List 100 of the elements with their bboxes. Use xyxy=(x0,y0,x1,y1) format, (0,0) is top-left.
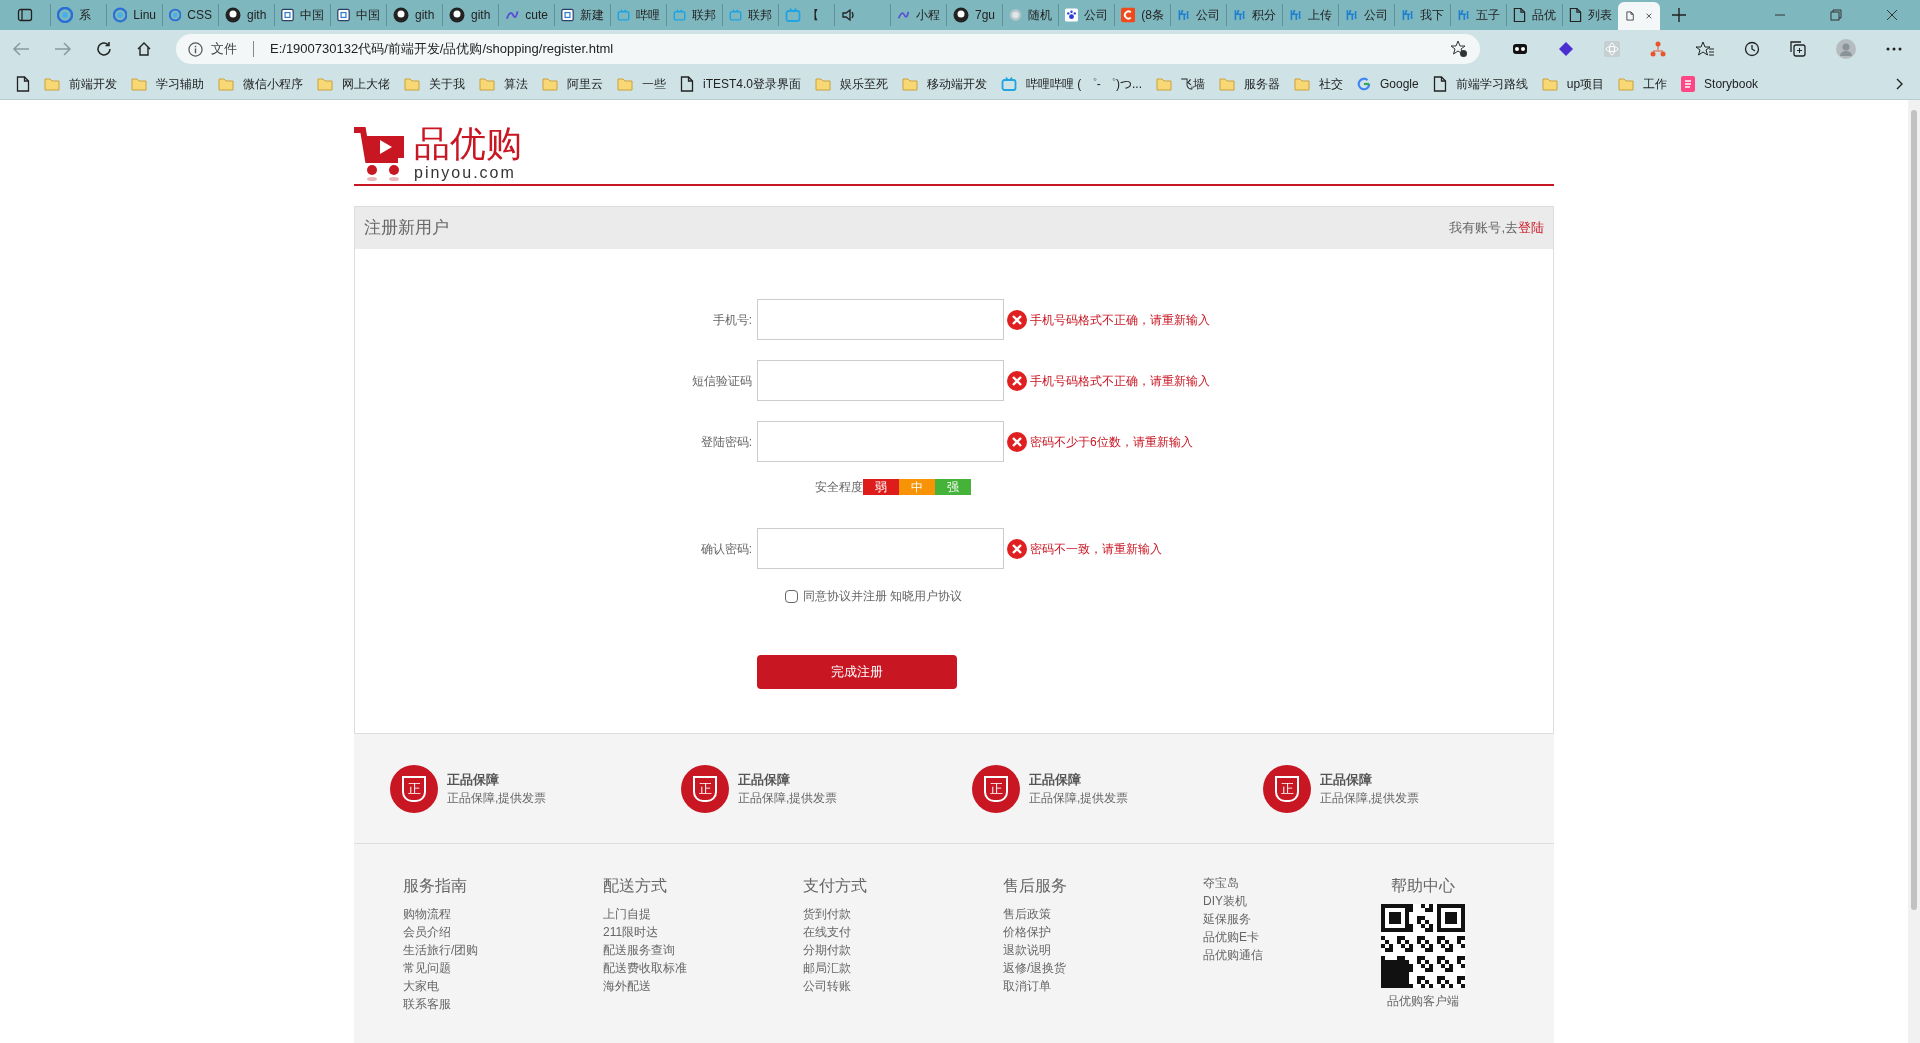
restore-icon[interactable] xyxy=(1830,9,1842,21)
bookmark[interactable]: Storybook xyxy=(1681,74,1759,93)
bookmark-logo-icon xyxy=(1681,75,1696,92)
collections-icon[interactable] xyxy=(1790,41,1806,57)
bookmark[interactable]: 社交 xyxy=(1294,74,1343,93)
bookmark[interactable]: 学习辅助 xyxy=(131,74,204,93)
footer-link[interactable]: 品优购E卡 xyxy=(1203,928,1259,946)
bookmark[interactable]: 娱乐至死 xyxy=(815,74,888,93)
browser-tab[interactable]: 公司 xyxy=(1058,4,1114,26)
bookmark[interactable]: 阿里云 xyxy=(542,74,603,93)
footer-link[interactable]: 货到付款 xyxy=(803,905,851,923)
footer-link[interactable]: 夺宝岛 xyxy=(1203,874,1239,892)
browser-tab[interactable]: 小程 xyxy=(890,4,946,26)
browser-tab[interactable]: 中国 xyxy=(330,4,386,26)
browser-tab[interactable]: 7gu xyxy=(946,4,1002,26)
info-icon[interactable] xyxy=(188,41,203,57)
footer-link[interactable]: 延保服务 xyxy=(1203,910,1251,928)
browser-tab[interactable]: 联邦 xyxy=(722,4,778,26)
bookmark[interactable] xyxy=(16,75,30,92)
browser-tab[interactable]: 系 xyxy=(50,4,106,26)
footer-link[interactable]: 配送费收取标准 xyxy=(603,959,687,977)
footer-link[interactable]: 生活旅行/团购 xyxy=(403,941,479,959)
footer-link[interactable]: 配送服务查询 xyxy=(603,941,675,959)
browser-tab[interactable]: (8条 xyxy=(1114,4,1170,26)
browser-tab[interactable]: 公司 xyxy=(1170,4,1226,26)
footer-link[interactable]: 售后政策 xyxy=(1003,905,1051,923)
mask-icon[interactable] xyxy=(1512,42,1528,56)
input-field[interactable] xyxy=(757,360,1004,401)
bookmark[interactable]: 网上大佬 xyxy=(317,74,390,93)
input-field[interactable] xyxy=(757,528,1004,569)
browser-tab[interactable]: 【 xyxy=(778,4,834,26)
footer-link[interactable]: 退款说明 xyxy=(1003,941,1051,959)
browser-tab[interactable]: 五子 xyxy=(1450,4,1506,26)
address-field[interactable]: 文件 E:/1900730132代码/前端开发/品优购/shopping/register.html xyxy=(176,34,1480,64)
footer-link[interactable]: 返修/退换货 xyxy=(1003,959,1067,977)
footer-link[interactable]: 联系客服 xyxy=(403,995,451,1013)
input-field[interactable] xyxy=(757,299,1004,340)
home-icon[interactable] xyxy=(136,41,152,57)
footer-link[interactable]: DIY装机 xyxy=(1203,892,1247,910)
more-icon[interactable] xyxy=(1886,47,1902,51)
bookmark[interactable]: 前端开发 xyxy=(44,74,117,93)
footer-link[interactable]: 邮局汇款 xyxy=(803,959,851,977)
browser-tab[interactable]: 随机 xyxy=(1002,4,1058,26)
bookmark[interactable]: Google xyxy=(1357,74,1419,93)
browser-tab[interactable]: 品优 xyxy=(1506,4,1562,26)
browser-tab[interactable]: gith xyxy=(386,4,442,26)
footer-link[interactable]: 购物流程 xyxy=(403,905,451,923)
footer-link[interactable]: 公司转账 xyxy=(803,977,851,995)
bookmark[interactable]: iTEST4.0登录界面 xyxy=(680,74,801,93)
input-field[interactable] xyxy=(757,421,1004,462)
footer-link[interactable]: 会员介绍 xyxy=(403,923,451,941)
bookmark[interactable]: 移动端开发 xyxy=(902,74,987,93)
footer-link[interactable]: 品优购通信 xyxy=(1203,946,1263,964)
footer-link[interactable]: 211限时达 xyxy=(603,923,659,941)
bookmark[interactable]: 飞墙 xyxy=(1156,74,1205,93)
history-icon[interactable] xyxy=(1744,41,1760,57)
close-icon[interactable] xyxy=(1646,11,1652,21)
bookmark[interactable]: 一些 xyxy=(617,74,666,93)
chevron-right-icon[interactable] xyxy=(1896,77,1904,90)
star-plus-icon[interactable] xyxy=(1450,40,1468,58)
browser-tab[interactable]: 上传 xyxy=(1282,4,1338,26)
browser-tab[interactable]: gith xyxy=(442,4,498,26)
bookmark[interactable]: 工作 xyxy=(1618,74,1668,93)
browser-tab[interactable]: 哔哩 xyxy=(610,4,666,26)
scrollbar[interactable] xyxy=(1908,100,1920,1043)
browser-tab[interactable]: 我下 xyxy=(1394,4,1450,26)
bookmark[interactable]: 服务器 xyxy=(1219,74,1280,93)
browser-tab[interactable]: cute xyxy=(498,4,554,26)
reload-icon[interactable] xyxy=(96,41,112,57)
new-tab-icon[interactable] xyxy=(1672,8,1686,22)
browser-tab[interactable]: 公司 xyxy=(1338,4,1394,26)
bookmark[interactable]: up项目 xyxy=(1541,74,1605,93)
footer-link[interactable]: 分期付款 xyxy=(803,941,851,959)
footer-link[interactable]: 取消订单 xyxy=(1003,977,1051,995)
browser-tab[interactable]: 新建 xyxy=(554,4,610,26)
browser-tab[interactable] xyxy=(1618,2,1660,30)
footer-link[interactable]: 价格保护 xyxy=(1003,923,1051,941)
favorites-icon[interactable] xyxy=(1696,41,1714,57)
checkbox[interactable] xyxy=(785,589,798,603)
footer-link[interactable]: 在线支付 xyxy=(803,923,851,941)
bookmark[interactable]: 微信小程序 xyxy=(218,74,303,93)
footer-link[interactable]: 上门自提 xyxy=(603,905,651,923)
footer-link[interactable]: 常见问题 xyxy=(403,959,451,977)
footer-link[interactable]: 海外配送 xyxy=(603,977,651,995)
browser-tab[interactable]: CSS xyxy=(162,4,218,26)
submit-button[interactable]: 完成注册 xyxy=(757,655,957,689)
bookmark[interactable]: 算法 xyxy=(479,74,528,93)
login-link[interactable]: 登陆 xyxy=(1518,218,1544,238)
footer-link[interactable]: 大家电 xyxy=(403,977,439,995)
network-icon[interactable] xyxy=(1650,41,1666,57)
browser-tab[interactable]: 积分 xyxy=(1226,4,1282,26)
diamond-icon[interactable] xyxy=(1558,41,1574,57)
browser-tab[interactable]: 中国 xyxy=(274,4,330,26)
browser-tab[interactable]: 联邦 xyxy=(666,4,722,26)
browser-tab[interactable]: Linu xyxy=(106,4,162,26)
bookmark[interactable]: 前端学习路线 xyxy=(1432,74,1528,93)
browser-tab[interactable]: gith xyxy=(218,4,274,26)
bookmark[interactable]: 关于我 xyxy=(404,74,465,93)
close-icon[interactable] xyxy=(1886,9,1898,21)
bookmark[interactable]: 哔哩哔哩 ( ゜- ゜)つ... xyxy=(1001,74,1142,93)
